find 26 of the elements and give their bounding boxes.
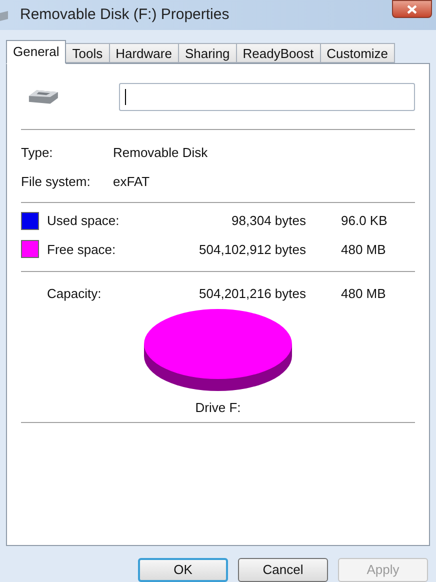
byte-count: 98,304 bytes [230, 212, 306, 230]
drive-label: Drive F: [195, 398, 241, 416]
byte-count: 504,102,912 bytes [198, 240, 306, 259]
size-value: 480 MB [341, 240, 386, 258]
name-field[interactable] [118, 82, 415, 110]
close-icon [407, 4, 417, 14]
dialog-button[interactable]: Cancel [238, 558, 328, 582]
size-value: 480 MB [341, 285, 386, 303]
property-label: Type: [21, 144, 54, 162]
dialog-button[interactable]: OK [138, 558, 228, 582]
window-title: Removable Disk (F:) Properties [20, 4, 230, 25]
tab[interactable]: ReadyBoost [236, 43, 321, 63]
capacity-label: Capacity: [47, 285, 102, 303]
space-label: Free space: [47, 240, 117, 259]
close-button[interactable] [392, 0, 432, 18]
space-label: Used space: [47, 212, 120, 230]
property-value: Removable Disk [113, 144, 208, 162]
tab[interactable]: Tools [66, 43, 110, 63]
byte-count: 504,201,216 bytes [198, 285, 306, 303]
tab[interactable]: Customize [320, 43, 396, 63]
tab[interactable]: Sharing [178, 43, 237, 63]
size-value: 96.0 KB [341, 212, 388, 230]
property-value: exFAT [113, 172, 150, 190]
property-label: File system: [21, 172, 92, 191]
tab[interactable]: General [6, 40, 66, 64]
tab[interactable]: Hardware [110, 43, 179, 63]
